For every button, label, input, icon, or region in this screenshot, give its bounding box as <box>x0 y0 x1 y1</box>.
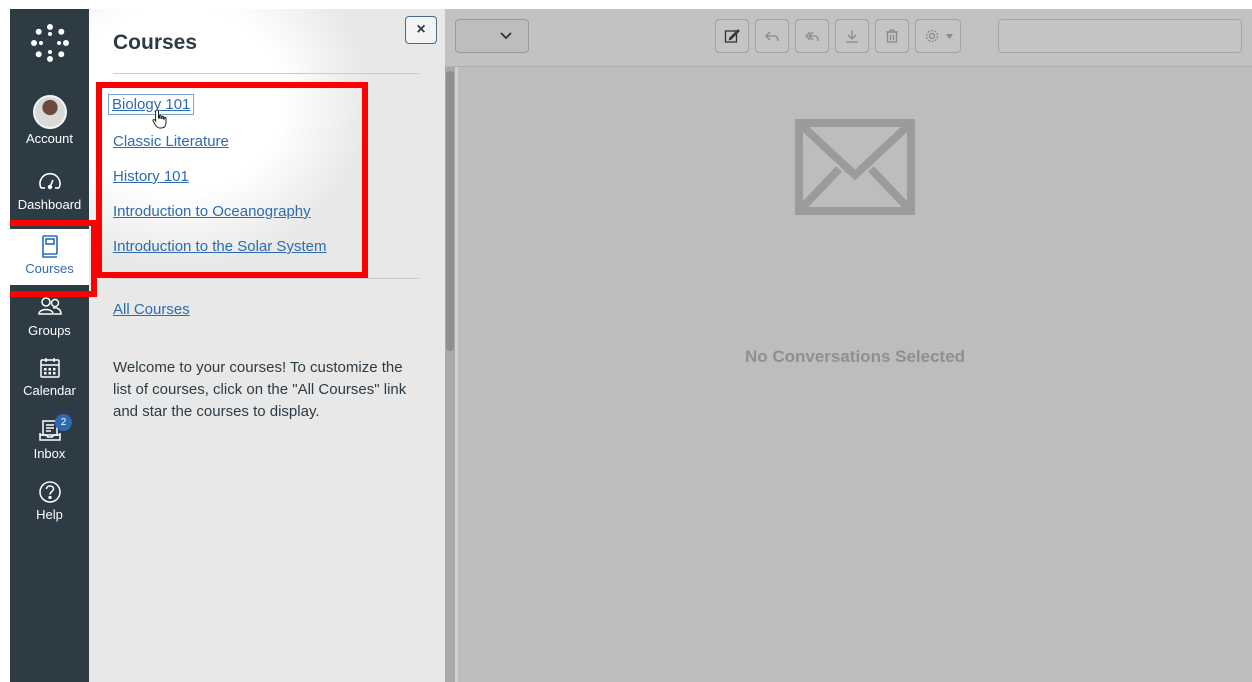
courses-tray-content: Courses × Biology 101 Classic Literature… <box>89 9 445 682</box>
nav-item-inbox[interactable]: 2 Inbox <box>10 414 89 461</box>
courses-icon <box>41 235 58 258</box>
tray-gutter <box>455 67 458 682</box>
reply-icon <box>765 31 779 42</box>
compose-button[interactable] <box>715 19 749 53</box>
global-navigation: Account Dashboard Courses Groups Calenda… <box>10 9 89 682</box>
help-icon <box>38 481 61 503</box>
nav-label-groups: Groups <box>28 323 71 338</box>
chevron-down-icon <box>500 32 512 40</box>
course-link-history-101[interactable]: History 101 <box>113 168 189 185</box>
nav-item-dashboard[interactable]: Dashboard <box>10 169 89 212</box>
canvas-logo-icon[interactable] <box>30 23 70 63</box>
trash-icon <box>886 29 898 43</box>
dashboard-icon <box>38 172 61 190</box>
course-link-classic-literature[interactable]: Classic Literature <box>113 133 229 150</box>
envelope-icon <box>795 119 915 215</box>
nav-label-inbox: Inbox <box>33 446 66 461</box>
nav-label-dashboard: Dashboard <box>17 197 82 212</box>
inbox-unread-badge: 2 <box>55 414 72 431</box>
inbox-toolbar <box>445 9 1252 67</box>
download-icon <box>846 30 858 43</box>
conversation-view: No Conversations Selected <box>458 67 1252 682</box>
hand-cursor-icon <box>152 109 167 129</box>
recipient-search-input[interactable] <box>998 19 1242 53</box>
course-filter-select[interactable] <box>455 19 529 53</box>
gear-icon <box>925 29 939 43</box>
reply-all-button[interactable] <box>795 19 829 53</box>
reply-button[interactable] <box>755 19 789 53</box>
nav-label-calendar: Calendar <box>23 383 76 398</box>
delete-button[interactable] <box>875 19 909 53</box>
app-window: Account Dashboard Courses Groups Calenda… <box>10 9 1252 682</box>
nav-item-account[interactable]: Account <box>10 95 89 146</box>
tray-title: Courses <box>113 31 198 54</box>
calendar-icon <box>39 358 60 378</box>
compose-icon <box>724 29 740 43</box>
tray-scrollbar[interactable] <box>445 67 455 682</box>
close-icon: × <box>416 21 426 38</box>
course-link-oceanography[interactable]: Introduction to Oceanography <box>113 203 311 220</box>
nav-label-help: Help <box>36 507 63 522</box>
tray-divider-bottom <box>113 278 419 279</box>
nav-item-courses[interactable]: Courses <box>10 229 89 285</box>
nav-label-account: Account <box>26 131 73 146</box>
archive-button[interactable] <box>835 19 869 53</box>
caret-down-icon <box>946 34 953 39</box>
avatar <box>32 95 67 129</box>
all-courses-link[interactable]: All Courses <box>113 301 190 318</box>
nav-label-courses: Courses <box>25 261 74 276</box>
scrollbar-thumb[interactable] <box>446 71 454 351</box>
course-link-solar-system[interactable]: Introduction to the Solar System <box>113 238 326 255</box>
nav-item-groups[interactable]: Groups <box>10 295 89 338</box>
reply-all-icon <box>805 31 819 42</box>
no-conversations-message: No Conversations Selected <box>744 347 966 366</box>
nav-item-calendar[interactable]: Calendar <box>10 355 89 398</box>
settings-menu-button[interactable] <box>915 19 961 53</box>
tray-welcome-text: Welcome to your courses! To customize th… <box>113 359 407 420</box>
groups-icon <box>37 297 62 315</box>
tray-divider-top <box>113 73 419 74</box>
nav-item-help[interactable]: Help <box>10 479 89 522</box>
close-tray-button[interactable]: × <box>405 16 437 44</box>
